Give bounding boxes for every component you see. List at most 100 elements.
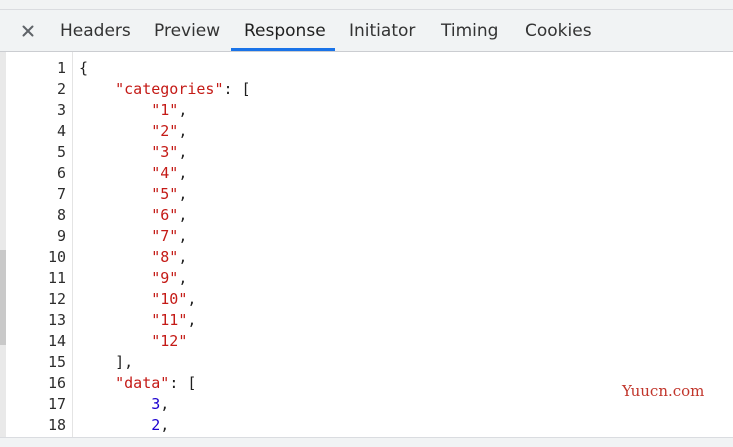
json-string: "1" — [151, 101, 179, 119]
json-punctuation: , — [187, 311, 197, 329]
json-punctuation — [79, 395, 151, 413]
tab-response[interactable]: Response — [244, 10, 326, 51]
code-line: 13 "11", — [0, 310, 733, 331]
horizontal-scrollbar[interactable] — [0, 437, 733, 447]
json-punctuation: , — [178, 101, 188, 119]
line-number: 13 — [47, 311, 66, 329]
line-content: "11", — [79, 310, 196, 331]
code-line: 18 2, — [0, 415, 733, 436]
json-punctuation — [79, 311, 151, 329]
line-number: 16 — [47, 374, 66, 392]
json-punctuation: : [ — [169, 374, 197, 392]
code-line: 15 ], — [0, 352, 733, 373]
json-punctuation: , — [178, 143, 188, 161]
json-punctuation — [79, 101, 151, 119]
json-punctuation: , — [178, 227, 188, 245]
line-content: "data": [ — [79, 373, 196, 394]
json-punctuation — [79, 185, 151, 203]
line-content: "6", — [79, 205, 187, 226]
line-number: 8 — [56, 206, 66, 224]
code-line: 9 "7", — [0, 226, 733, 247]
json-punctuation — [79, 374, 115, 392]
line-content: ], — [79, 352, 133, 373]
line-number: 18 — [47, 416, 66, 434]
line-number: 12 — [47, 290, 66, 308]
code-line: 7 "5", — [0, 184, 733, 205]
json-string: "7" — [151, 227, 179, 245]
line-number: 17 — [47, 395, 66, 413]
tab-bar: Headers Preview Response Initiator Timin… — [0, 10, 733, 52]
tab-cookies[interactable]: Cookies — [525, 10, 592, 51]
line-number: 2 — [56, 80, 66, 98]
json-punctuation: , — [160, 395, 170, 413]
line-number: 6 — [56, 164, 66, 182]
line-content: "9", — [79, 268, 187, 289]
json-punctuation: , — [178, 248, 188, 266]
watermark-text: Yuucn.com — [622, 382, 705, 400]
json-number: 2 — [151, 416, 161, 434]
json-string: "3" — [151, 143, 179, 161]
code-line: 4 "2", — [0, 121, 733, 142]
line-number: 10 — [47, 248, 66, 266]
json-punctuation: , — [187, 290, 197, 308]
line-content: "7", — [79, 226, 187, 247]
json-string: "2" — [151, 122, 179, 140]
json-string: "9" — [151, 269, 179, 287]
code-line: 11 "9", — [0, 268, 733, 289]
json-punctuation — [79, 269, 151, 287]
line-number: 7 — [56, 185, 66, 203]
json-punctuation — [79, 227, 151, 245]
json-punctuation — [79, 248, 151, 266]
code-line: 6 "4", — [0, 163, 733, 184]
json-punctuation: , — [178, 206, 188, 224]
devtools-network-response-panel: Headers Preview Response Initiator Timin… — [0, 0, 733, 447]
line-number: 14 — [47, 332, 66, 350]
json-string: "8" — [151, 248, 179, 266]
line-number: 3 — [56, 101, 66, 119]
line-number: 15 — [47, 353, 66, 371]
json-punctuation: : [ — [223, 80, 251, 98]
json-punctuation — [79, 290, 151, 308]
code-line: 3 "1", — [0, 100, 733, 121]
line-content: "categories": [ — [79, 79, 251, 100]
json-string: "6" — [151, 206, 179, 224]
line-content: { — [79, 58, 88, 79]
json-punctuation — [79, 332, 151, 350]
json-key: "categories" — [115, 80, 224, 98]
code-line: 5 "3", — [0, 142, 733, 163]
json-string: "12" — [151, 332, 188, 350]
tab-initiator[interactable]: Initiator — [349, 10, 415, 51]
line-content: "8", — [79, 247, 187, 268]
tab-preview[interactable]: Preview — [154, 10, 220, 51]
line-content: 3, — [79, 394, 169, 415]
close-button[interactable] — [16, 19, 40, 43]
json-punctuation — [79, 143, 151, 161]
line-content: "2", — [79, 121, 187, 142]
json-punctuation: , — [178, 164, 188, 182]
line-content: "12" — [79, 331, 187, 352]
json-string: "4" — [151, 164, 179, 182]
line-number: 9 — [56, 227, 66, 245]
tab-timing[interactable]: Timing — [441, 10, 498, 51]
code-line: 1{ — [0, 58, 733, 79]
line-content: 2, — [79, 415, 169, 436]
line-number: 1 — [56, 59, 66, 77]
json-punctuation: { — [79, 59, 89, 77]
line-number: 11 — [47, 269, 66, 287]
json-punctuation: ], — [79, 353, 134, 371]
json-string: "11" — [151, 311, 188, 329]
json-string: "10" — [151, 290, 188, 308]
json-number: 3 — [151, 395, 161, 413]
line-content: "4", — [79, 163, 187, 184]
code-line: 12 "10", — [0, 289, 733, 310]
code-line: 10 "8", — [0, 247, 733, 268]
json-punctuation: , — [178, 269, 188, 287]
code-line: 8 "6", — [0, 205, 733, 226]
top-border-strip — [0, 0, 733, 10]
json-punctuation — [79, 206, 151, 224]
line-content: "3", — [79, 142, 187, 163]
tab-headers[interactable]: Headers — [60, 10, 131, 51]
code-line: 2 "categories": [ — [0, 79, 733, 100]
json-punctuation — [79, 416, 151, 434]
response-code-viewer[interactable]: 1{2 "categories": [3 "1", 4 "2", 5 "3", 6 "… — [0, 58, 733, 436]
